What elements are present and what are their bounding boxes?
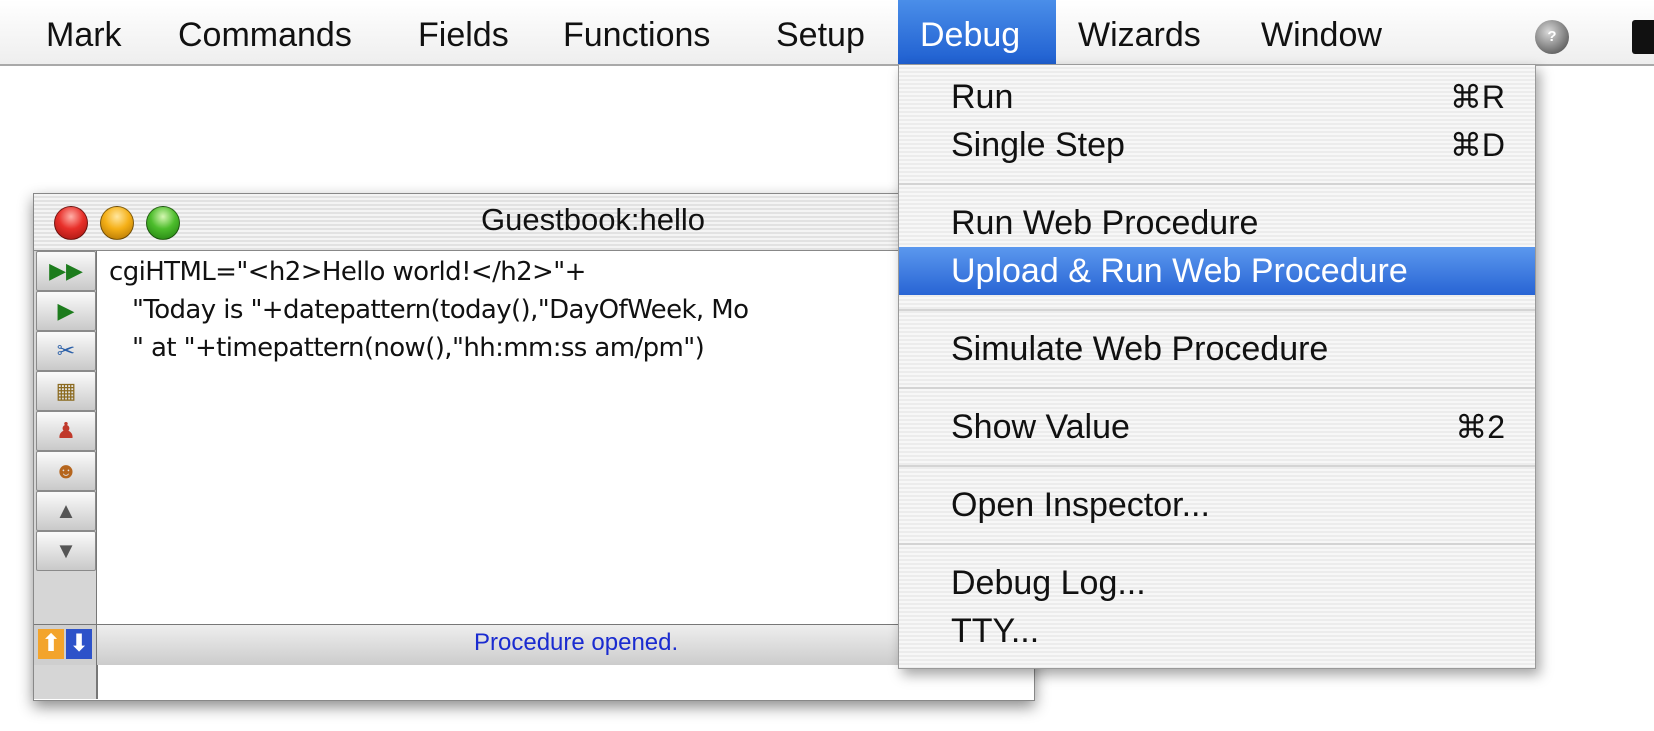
menu-fields[interactable]: Fields	[396, 0, 531, 64]
close-button[interactable]	[54, 206, 88, 240]
play-icon[interactable]: ▶	[36, 291, 96, 331]
menu-item-label: TTY...	[951, 612, 1040, 650]
code-line: "Today is "+datepattern(today(),"DayOfWe…	[109, 295, 749, 325]
scissors-icon[interactable]: ✂	[36, 331, 96, 371]
menu-item-shortcut: ⌘R	[1449, 79, 1505, 115]
code-editor[interactable]: cgiHTML="<h2>Hello world!</h2>"+ "Today …	[97, 251, 1034, 639]
menu-item-label: Run	[951, 78, 1014, 116]
menu-item-label: Simulate Web Procedure	[951, 330, 1329, 368]
nav-arrows: ⬆ ⬇	[34, 624, 96, 665]
menu-item-label: Single Step	[951, 126, 1125, 164]
debug-menu-dropdown: Run ⌘R Single Step ⌘D Run Web Procedure …	[898, 64, 1536, 669]
help-globe-icon[interactable]: ?	[1535, 20, 1569, 54]
menu-bar: Mark Commands Fields Functions Setup Deb…	[0, 0, 1654, 66]
menu-item-label: Open Inspector...	[951, 486, 1210, 524]
menu-separator	[899, 543, 1535, 545]
menu-item-label: Upload & Run Web Procedure	[951, 252, 1408, 290]
status-message: Procedure opened.	[474, 629, 679, 656]
code-line: cgiHTML="<h2>Hello world!</h2>"+	[109, 257, 586, 287]
scroll-up-icon[interactable]: ▲	[36, 491, 96, 531]
scroll-down-icon[interactable]: ▼	[36, 531, 96, 571]
code-line: " at "+timepattern(now(),"hh:mm:ss am/pm…	[109, 333, 705, 363]
menu-setup[interactable]: Setup	[754, 0, 887, 64]
menu-item-shortcut: ⌘2	[1455, 409, 1505, 445]
menu-item-run[interactable]: Run ⌘R	[899, 73, 1535, 121]
menu-separator	[899, 183, 1535, 185]
menu-item-label: Debug Log...	[951, 564, 1146, 602]
menu-item-label: Show Value	[951, 408, 1130, 446]
arrow-down-icon[interactable]: ⬇	[66, 629, 92, 659]
menu-debug[interactable]: Debug	[898, 0, 1056, 64]
menu-item-open-inspector[interactable]: Open Inspector...	[899, 481, 1535, 529]
stamp-icon[interactable]: ♟	[36, 411, 96, 451]
people-icon[interactable]: ☻	[36, 451, 96, 491]
window-title: Guestbook:hello	[481, 202, 706, 237]
menu-item-show-value[interactable]: Show Value ⌘2	[899, 403, 1535, 451]
menu-window[interactable]: Window	[1239, 0, 1404, 64]
fast-forward-icon[interactable]: ▶▶	[36, 251, 96, 291]
menu-item-single-step[interactable]: Single Step ⌘D	[899, 121, 1535, 169]
menu-item-label: Run Web Procedure	[951, 204, 1259, 242]
menu-functions[interactable]: Functions	[541, 0, 732, 64]
procedure-window: Guestbook:hello ▶▶ ▶ ✂ ▦ ♟ ☻ ▲ ▼ cgiHTML…	[33, 193, 1035, 701]
status-area: ⬆ ⬇ Procedure opened.	[34, 624, 1034, 700]
status-bar: Procedure opened.	[97, 624, 1034, 665]
menu-item-debug-log[interactable]: Debug Log...	[899, 559, 1535, 607]
menu-extra-icon[interactable]	[1632, 20, 1654, 54]
minimize-button[interactable]	[100, 206, 134, 240]
menu-item-simulate-web-procedure[interactable]: Simulate Web Procedure	[899, 325, 1535, 373]
menu-item-upload-run-web-procedure[interactable]: Upload & Run Web Procedure	[899, 247, 1535, 295]
menu-separator	[899, 465, 1535, 467]
zoom-button[interactable]	[146, 206, 180, 240]
menu-item-tty[interactable]: TTY...	[899, 607, 1535, 655]
arrow-up-icon[interactable]: ⬆	[38, 629, 64, 659]
menu-separator	[899, 309, 1535, 311]
menu-item-run-web-procedure[interactable]: Run Web Procedure	[899, 199, 1535, 247]
window-titlebar[interactable]: Guestbook:hello	[34, 194, 1034, 251]
menu-separator	[899, 387, 1535, 389]
menu-commands[interactable]: Commands	[156, 0, 374, 64]
puzzle-icon[interactable]: ▦	[36, 371, 96, 411]
menu-item-shortcut: ⌘D	[1449, 127, 1505, 163]
menu-wizards[interactable]: Wizards	[1056, 0, 1223, 64]
menu-mark[interactable]: Mark	[24, 0, 144, 64]
